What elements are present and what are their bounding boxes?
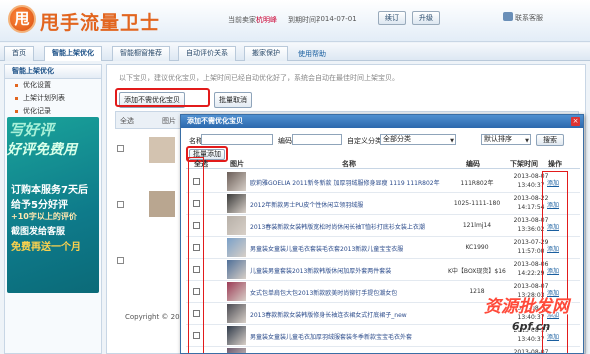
sidebar: 智能上架优化 优化设置 上架计划列表 优化记录 写好评 好评免费用 订购本服务7… — [4, 64, 102, 354]
promo-line: +10字以上的评价 — [11, 212, 77, 221]
add-item-dialog: 添加不需优化宝贝 × 名称 编码 自定义分类 全部分类 ▼ 默认排序 ▼ 搜索 批量… — [180, 114, 584, 354]
product-code: K中【BOX现货】$16元 — [448, 268, 506, 275]
product-thumbnail — [227, 194, 246, 213]
product-thumbnail — [227, 282, 246, 301]
row-checkbox[interactable] — [117, 257, 124, 264]
image-header: 图片 — [162, 117, 176, 125]
help-link[interactable]: 使用帮助 — [298, 49, 326, 59]
highlight-annotation — [115, 88, 210, 107]
product-name[interactable]: 男童装女童装儿童毛衣套装毛衣套2013新款儿童宝宝衣服 — [250, 244, 446, 253]
table-row: 男童装女童装儿童毛衣套装毛衣套2013新款儿童宝宝衣服 KC1990 2013-07… — [186, 237, 580, 259]
row-checkbox[interactable] — [117, 201, 124, 208]
row-checkbox[interactable] — [117, 145, 124, 152]
product-name[interactable]: 欧莉雅GOELIA 2011新冬新款 加厚羽绒服修身显瘦 1119 111R80… — [250, 178, 446, 187]
sort-select[interactable]: 默认排序 ▼ — [481, 134, 531, 145]
app-header: 甩 甩手流量卫士 当前卖家： 杭明峰 到期时间： 2014-07-01 续订 升… — [0, 0, 590, 42]
promo-line: 免费再送一个月 — [11, 242, 81, 253]
product-thumbnail — [149, 137, 175, 163]
batch-cancel-button[interactable]: 批量取消 — [214, 92, 252, 108]
table-row: 儿童装男童套装2013新款韩版休闲加厚外套两件套装 K中【BOX现货】$16元 20… — [186, 259, 580, 281]
product-thumbnail — [227, 260, 246, 279]
tab-smart-listing[interactable]: 智能上架优化 — [44, 46, 102, 61]
upgrade-button[interactable]: 升级 — [412, 11, 440, 25]
seller-name: 杭明峰 — [256, 16, 277, 24]
table-row: 欧莉雅GOELIA 2011新冬新款 加厚羽绒服修身显瘦 1119 111R80… — [186, 171, 580, 193]
code-filter-input[interactable] — [292, 134, 342, 145]
tab-home[interactable]: 首页 — [4, 46, 34, 61]
code-filter-label: 编码 — [278, 137, 292, 145]
app-logo: 甩 — [8, 5, 36, 33]
tab-smart-showcase[interactable]: 智能橱窗推荐 — [112, 46, 170, 61]
promo-banner[interactable]: 写好评 好评免费用 订购本服务7天后 给予5分好评 +10字以上的评价 截图发给… — [7, 117, 99, 293]
product-name[interactable]: 男童装女童装儿童毛衣加厚羽绒服套装冬季新款宝宝毛衣外套 — [250, 332, 446, 341]
tab-move-protect[interactable]: 搬家保护 — [244, 46, 288, 61]
sidebar-header: 智能上架优化 — [5, 65, 101, 79]
product-name[interactable]: 2013春装新款女装韩版宽松时尚休闲长袖T恤衫打底衫女装上衣潮 — [250, 222, 446, 231]
promo-line: 订购本服务7天后 — [11, 185, 88, 196]
tab-auto-review[interactable]: 自动评价关系 — [178, 46, 236, 61]
product-thumbnail — [227, 304, 246, 323]
copyright: Copyright © 2013 — [125, 313, 189, 321]
highlight-annotation — [188, 157, 204, 353]
name-header: 名称 — [342, 160, 356, 168]
product-code: 121lmj14 — [462, 222, 492, 229]
chevron-down-icon: ▼ — [525, 138, 529, 144]
promo-line: 给予5分好评 — [11, 200, 68, 211]
chat-icon — [503, 12, 513, 21]
select-all-header: 全选 — [120, 117, 134, 125]
info-tip: 以下宝贝，建议优化宝贝，上架时间已经自动优化好了，系统会自动在最佳时间上架宝贝。 — [119, 74, 399, 82]
renew-button[interactable]: 续订 — [378, 11, 406, 25]
sidebar-item-settings[interactable]: 优化设置 — [5, 79, 101, 92]
product-code: KC1990 — [465, 244, 489, 251]
product-code: 111R802年 — [460, 180, 494, 187]
main-nav: 首页 智能上架优化 智能橱窗推荐 自动评价关系 搬家保护 使用帮助 — [0, 43, 590, 61]
product-code: 1025-1111-180 — [453, 200, 501, 207]
chevron-down-icon: ▼ — [450, 138, 454, 144]
product-name[interactable]: 女式包单肩包大包2013新款欧美时尚铆钉手提包潮女包 — [250, 288, 446, 297]
search-button[interactable]: 搜索 — [536, 134, 564, 146]
promo-line: 写好评 — [9, 121, 55, 139]
table-row: 2013春装新款女装韩版宽松时尚休闲长袖T恤衫打底衫女装上衣潮 121lmj14 2… — [186, 215, 580, 237]
product-name[interactable]: 2012年新款男士PU皮个性休闲立领羽绒服 — [250, 200, 446, 209]
table-row: 2012年新款男士PU皮个性休闲立领羽绒服 1025-1111-180 2013-0… — [186, 193, 580, 215]
category-filter-label: 自定义分类 — [347, 137, 382, 145]
promo-line: 截图发给客服 — [11, 227, 66, 237]
name-filter-input[interactable] — [201, 134, 273, 145]
product-thumbnail — [227, 326, 246, 345]
code-header: 编码 — [466, 160, 480, 168]
category-select[interactable]: 全部分类 ▼ — [380, 134, 456, 145]
product-thumbnail — [227, 216, 246, 235]
product-name[interactable]: 儿童装男童套装2013新款韩版休闲加厚外套两件套装 — [250, 266, 446, 275]
contact-support-link[interactable]: 联系客服 — [515, 13, 543, 23]
image-header: 图片 — [230, 160, 244, 168]
close-icon[interactable]: × — [571, 117, 580, 126]
dialog-title: 添加不需优化宝贝 — [181, 115, 583, 128]
watermark-url: 6pf.cn — [512, 320, 551, 333]
product-name[interactable]: 2013春款新款女装韩版修身长袖连衣裙女式打底裙子_new — [250, 310, 446, 319]
expiry-date: 2014-07-01 — [316, 15, 357, 23]
time-header: 下架时间 — [510, 160, 538, 168]
dialog-table-header: 全选 图片 名称 编码 下架时间 操作 — [186, 157, 580, 169]
promo-line: 好评免费用 — [7, 142, 77, 158]
table-row: 30-35-40岁春装新款2013中年妇女装妈妈装春装长袖连衣裙潮2013-08… — [186, 347, 580, 353]
action-header: 操作 — [548, 160, 562, 168]
product-thumbnail — [149, 191, 175, 217]
watermark: 资源批发网 — [484, 297, 569, 317]
sidebar-item-plan-list[interactable]: 上架计划列表 — [5, 92, 101, 105]
app-title: 甩手流量卫士 — [40, 12, 161, 34]
product-thumbnail — [227, 172, 246, 191]
product-thumbnail — [227, 348, 246, 353]
product-thumbnail — [227, 238, 246, 257]
